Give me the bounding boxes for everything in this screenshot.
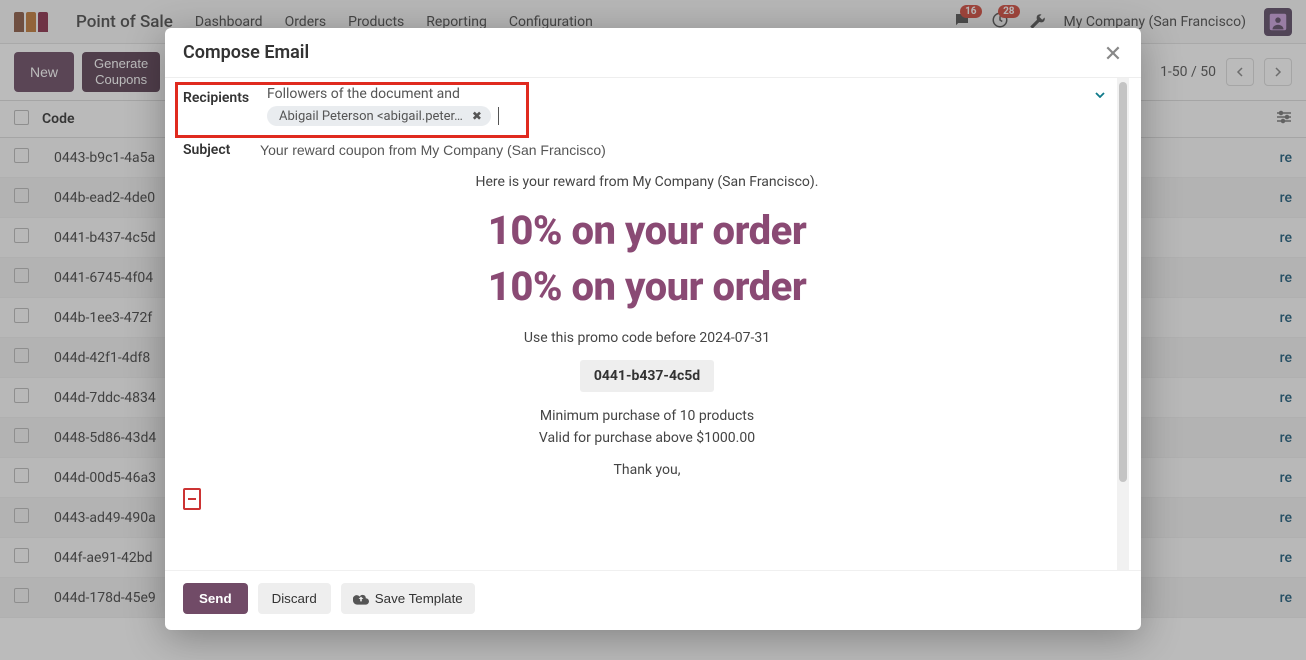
recipient-input-cursor[interactable]	[498, 107, 504, 125]
modal-footer: Send Discard Save Template	[165, 570, 1141, 630]
compose-email-modal: Compose Email ✕ Recipients Followers of …	[165, 28, 1141, 630]
promo-code: 0441-b437-4c5d	[580, 360, 714, 392]
modal-header: Compose Email ✕	[165, 28, 1141, 78]
save-template-button[interactable]: Save Template	[341, 583, 475, 614]
followers-text: Followers of the document and	[267, 86, 1095, 102]
attachment-row[interactable]	[183, 484, 1111, 510]
promo-heading-1: 10% on your order	[183, 204, 1111, 258]
send-button[interactable]: Send	[183, 583, 248, 614]
subject-label: Subject	[183, 138, 260, 158]
recipients-row: Recipients Followers of the document and…	[165, 78, 1129, 130]
close-icon[interactable]: ✕	[1099, 40, 1127, 68]
subject-input[interactable]	[260, 138, 1111, 158]
recipients-label: Recipients	[183, 86, 267, 106]
email-intro: Here is your reward from My Company (San…	[183, 174, 1111, 190]
modal-title: Compose Email	[183, 42, 309, 63]
subject-row: Subject	[165, 130, 1129, 162]
recipient-tag[interactable]: Abigail Peterson <abigail.peter… ✖	[267, 106, 491, 126]
email-body-editor[interactable]: Here is your reward from My Company (San…	[165, 162, 1129, 528]
valid-above: Valid for purchase above $1000.00	[183, 430, 1111, 446]
recipients-dropdown-icon[interactable]	[1095, 86, 1111, 102]
promo-expiry: Use this promo code before 2024-07-31	[183, 330, 1111, 346]
caret-down-icon	[1095, 92, 1105, 98]
min-purchase: Minimum purchase of 10 products	[183, 408, 1111, 424]
modal-body: Recipients Followers of the document and…	[165, 78, 1141, 570]
thanks-line: Thank you,	[183, 462, 1111, 478]
remove-recipient-icon[interactable]: ✖	[469, 108, 485, 124]
cloud-upload-icon	[353, 593, 369, 605]
scrollbar-thumb[interactable]	[1119, 82, 1127, 482]
discard-button[interactable]: Discard	[258, 583, 331, 614]
recipients-field[interactable]: Followers of the document and Abigail Pe…	[267, 86, 1095, 126]
promo-heading-2: 10% on your order	[183, 260, 1111, 314]
pdf-icon	[183, 488, 201, 510]
scrollbar-track[interactable]	[1117, 78, 1129, 570]
